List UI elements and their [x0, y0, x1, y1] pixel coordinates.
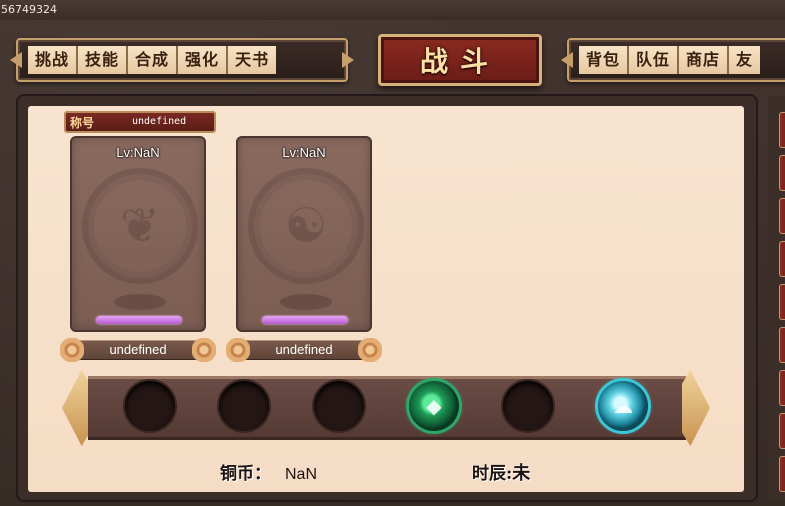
top-strip: 56749324 [0, 0, 785, 20]
ornament-right-icon [358, 338, 382, 362]
dragon-emblem-icon: ☯ [248, 168, 364, 284]
side-tab-1[interactable] [779, 112, 785, 148]
side-tab-9[interactable] [779, 456, 785, 492]
skill-slot-6[interactable]: ☁ [598, 381, 648, 431]
hero-progress-bar [262, 316, 348, 324]
ornament-right-icon [192, 338, 216, 362]
skill-slot-4[interactable]: ◆ [409, 381, 459, 431]
menu-synthesis[interactable]: 合成 [128, 46, 179, 74]
tab-battle[interactable]: 战斗 [378, 34, 542, 86]
skill-slot-2[interactable] [219, 381, 269, 431]
menu-team[interactable]: 队伍 [629, 46, 680, 74]
currency-info: 铜币： NaN [220, 459, 317, 484]
menu-heavenbook[interactable]: 天书 [228, 46, 277, 74]
side-tab-column [768, 96, 785, 500]
side-tab-2[interactable] [779, 155, 785, 191]
side-tab-8[interactable] [779, 413, 785, 449]
hero-level: Lv:NaN [116, 145, 160, 160]
skill-slot-bar [88, 376, 686, 440]
side-tab-5[interactable] [779, 284, 785, 320]
green-jade-icon: ◆ [426, 394, 442, 418]
hero-level: Lv:NaN [282, 145, 326, 160]
time-value: 未 [512, 463, 531, 484]
skill-slot-1[interactable] [125, 381, 175, 431]
menu-bag[interactable]: 背包 [579, 46, 630, 74]
currency-value: NaN [285, 466, 318, 483]
player-id: 56749324 [1, 3, 57, 16]
skill-slot-3[interactable] [314, 381, 364, 431]
title-bar: 称号 undefined [64, 111, 216, 133]
hero-shadow [114, 294, 166, 310]
skill-slot-5[interactable] [503, 381, 553, 431]
menu-challenge[interactable]: 挑战 [28, 46, 79, 74]
menu-skills[interactable]: 技能 [78, 46, 129, 74]
hero-name-bar-1: undefined [60, 338, 216, 362]
hero-name-bar-2: undefined [226, 338, 382, 362]
phoenix-emblem-icon: ❦ [82, 168, 198, 284]
menu-shop[interactable]: 商店 [679, 46, 730, 74]
hero-name: undefined [109, 342, 167, 357]
menu-enhance[interactable]: 强化 [178, 46, 229, 74]
cloud-orb-icon: ☁ [613, 394, 633, 418]
currency-label: 铜币： [220, 464, 271, 484]
hero-progress-bar [96, 316, 182, 324]
menu-friends[interactable]: 友 [729, 46, 761, 74]
hero-card-1[interactable]: Lv:NaN ❦ [70, 136, 206, 332]
menu-bar-left: 挑战 技能 合成 强化 天书 [16, 38, 348, 82]
title-value: undefined [132, 116, 187, 127]
time-info: 时辰:未 [472, 459, 530, 485]
hero-shadow [280, 294, 332, 310]
side-tab-4[interactable] [779, 241, 785, 277]
time-label: 时辰: [472, 464, 513, 484]
side-tab-6[interactable] [779, 327, 785, 363]
hero-card-2[interactable]: Lv:NaN ☯ [236, 136, 372, 332]
tab-battle-label: 战斗 [419, 45, 500, 78]
side-tab-3[interactable] [779, 198, 785, 234]
title-label: 称号 [70, 116, 95, 130]
menu-bar-right: 背包 队伍 商店 友 [567, 38, 785, 82]
side-tab-7[interactable] [779, 370, 785, 406]
hero-name: undefined [275, 342, 333, 357]
